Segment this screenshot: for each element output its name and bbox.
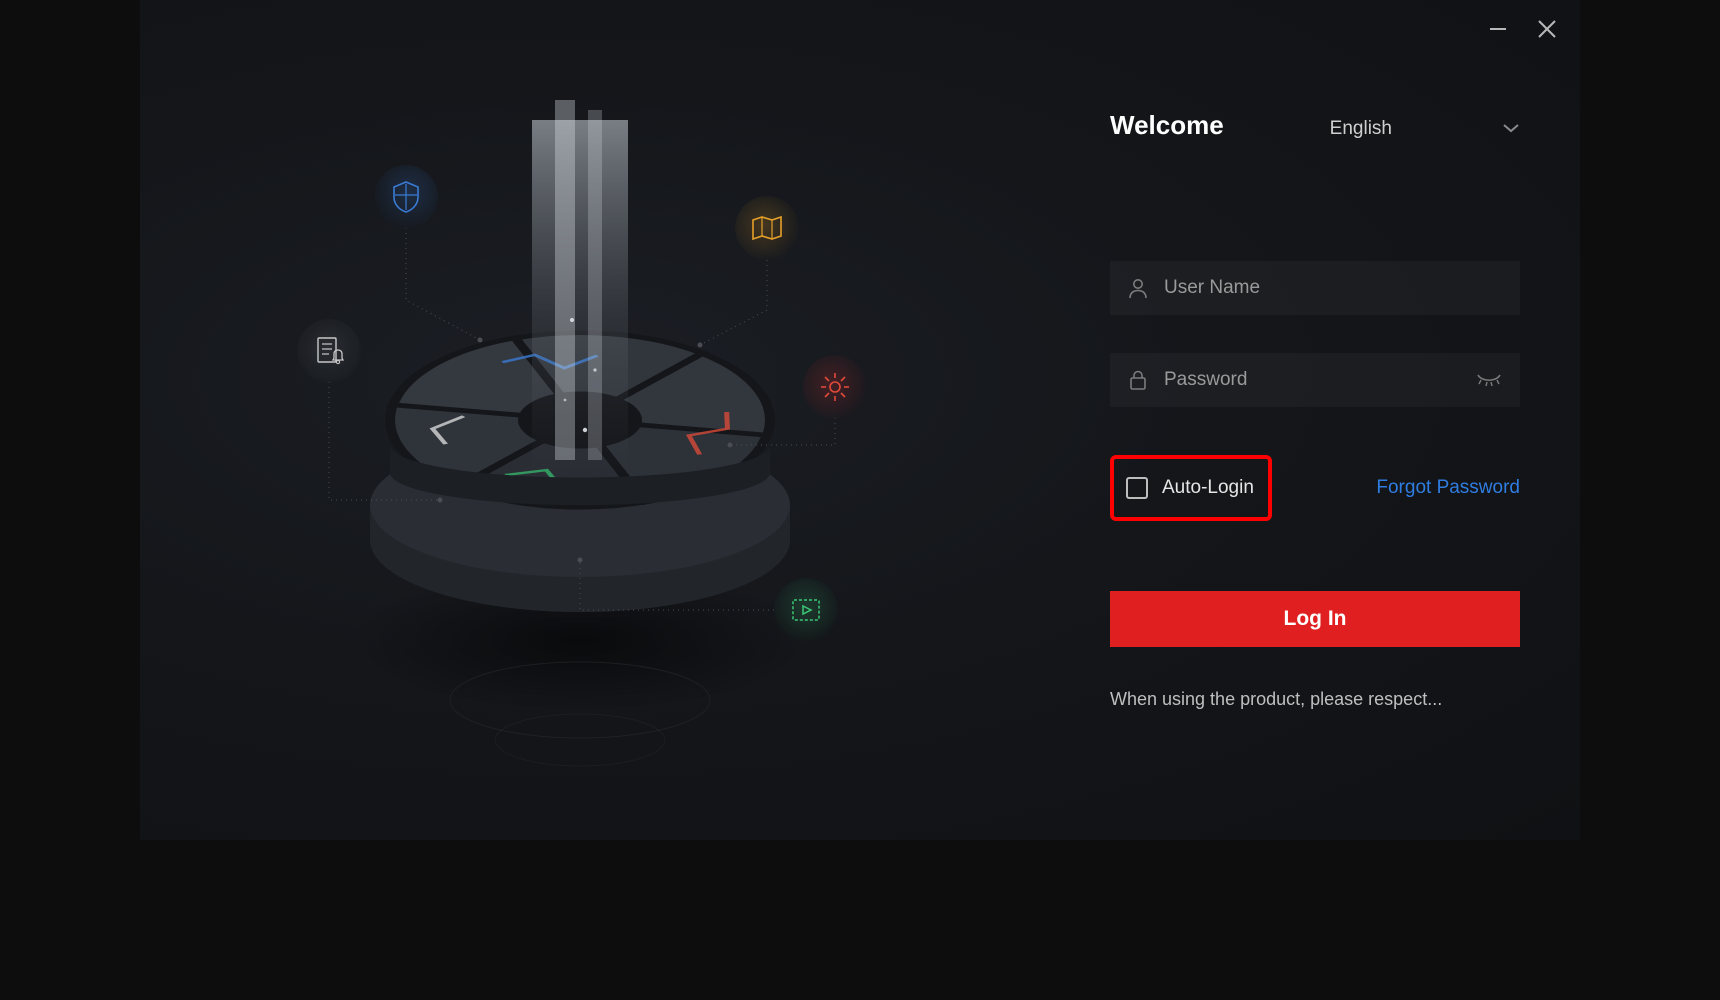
map-icon bbox=[735, 196, 799, 260]
close-button[interactable] bbox=[1536, 18, 1558, 40]
login-window: Welcome English bbox=[140, 0, 1580, 840]
minimize-button[interactable] bbox=[1488, 19, 1508, 39]
user-icon bbox=[1128, 277, 1148, 299]
password-input[interactable] bbox=[1164, 369, 1460, 391]
username-input[interactable] bbox=[1164, 277, 1502, 299]
login-button-label: Log In bbox=[1284, 607, 1347, 631]
username-field[interactable] bbox=[1110, 261, 1520, 315]
checkbox-box bbox=[1126, 477, 1148, 499]
gear-icon bbox=[803, 355, 867, 419]
lock-icon bbox=[1128, 369, 1148, 391]
play-icon bbox=[774, 578, 838, 642]
shield-icon bbox=[374, 165, 438, 229]
hero-illustration bbox=[140, 0, 1040, 840]
auto-login-checkbox[interactable]: Auto-Login bbox=[1110, 455, 1272, 521]
forgot-password-link[interactable]: Forgot Password bbox=[1376, 477, 1520, 499]
login-panel: Welcome English bbox=[1110, 110, 1520, 710]
chevron-down-icon bbox=[1502, 118, 1520, 140]
auto-login-label: Auto-Login bbox=[1162, 477, 1254, 499]
password-field[interactable] bbox=[1110, 353, 1520, 407]
window-controls bbox=[1488, 18, 1558, 40]
language-selector[interactable]: English bbox=[1330, 118, 1520, 140]
welcome-title: Welcome bbox=[1110, 110, 1224, 141]
disclaimer-text: When using the product, please respect..… bbox=[1110, 689, 1520, 710]
eye-closed-icon[interactable] bbox=[1476, 373, 1502, 387]
login-button[interactable]: Log In bbox=[1110, 591, 1520, 647]
document-bell-icon bbox=[297, 319, 361, 383]
language-label: English bbox=[1330, 118, 1392, 140]
